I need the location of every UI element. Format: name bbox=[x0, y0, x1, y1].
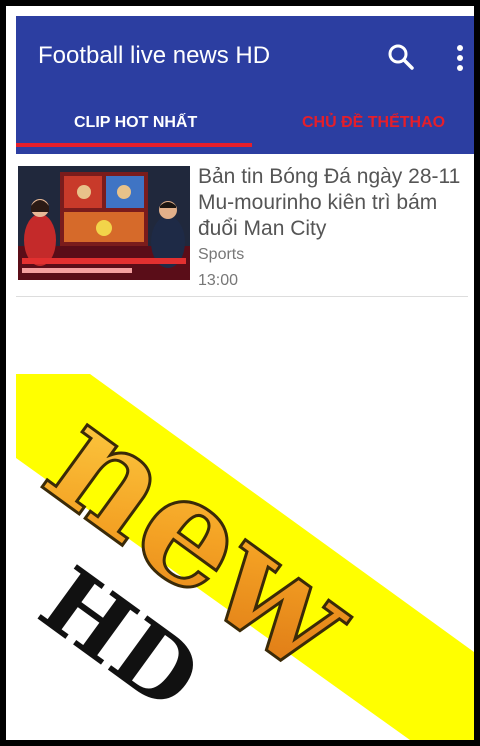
search-icon bbox=[388, 44, 414, 70]
search-button[interactable] bbox=[386, 42, 418, 74]
news-thumbnail bbox=[18, 166, 190, 280]
tab-clip-hot[interactable]: CLIP HOT NHẤT bbox=[74, 114, 197, 132]
overflow-menu-button[interactable] bbox=[448, 42, 472, 74]
app-bar: Football live news HD CLIP HOT NHẤT CHỦ … bbox=[16, 16, 474, 154]
app-screen: Football live news HD CLIP HOT NHẤT CHỦ … bbox=[6, 6, 474, 740]
list-divider bbox=[16, 296, 468, 297]
tab-sports-topics[interactable]: CHỦ ĐỀ THỂTHAO bbox=[302, 114, 445, 132]
news-title: Bản tin Bóng Đá ngày 28-11 Mu-mourinho k… bbox=[198, 165, 461, 240]
news-time: 13:00 bbox=[198, 272, 239, 289]
new-hd-promo-banner: new HD bbox=[16, 370, 474, 740]
more-vert-icon bbox=[457, 45, 463, 71]
selected-tab-indicator bbox=[16, 143, 252, 147]
app-title: Football live news HD bbox=[38, 42, 271, 69]
news-category: Sports bbox=[198, 246, 245, 263]
news-list-item[interactable]: Bản tin Bóng Đá ngày 28-11 Mu-mourinho k… bbox=[16, 158, 472, 296]
